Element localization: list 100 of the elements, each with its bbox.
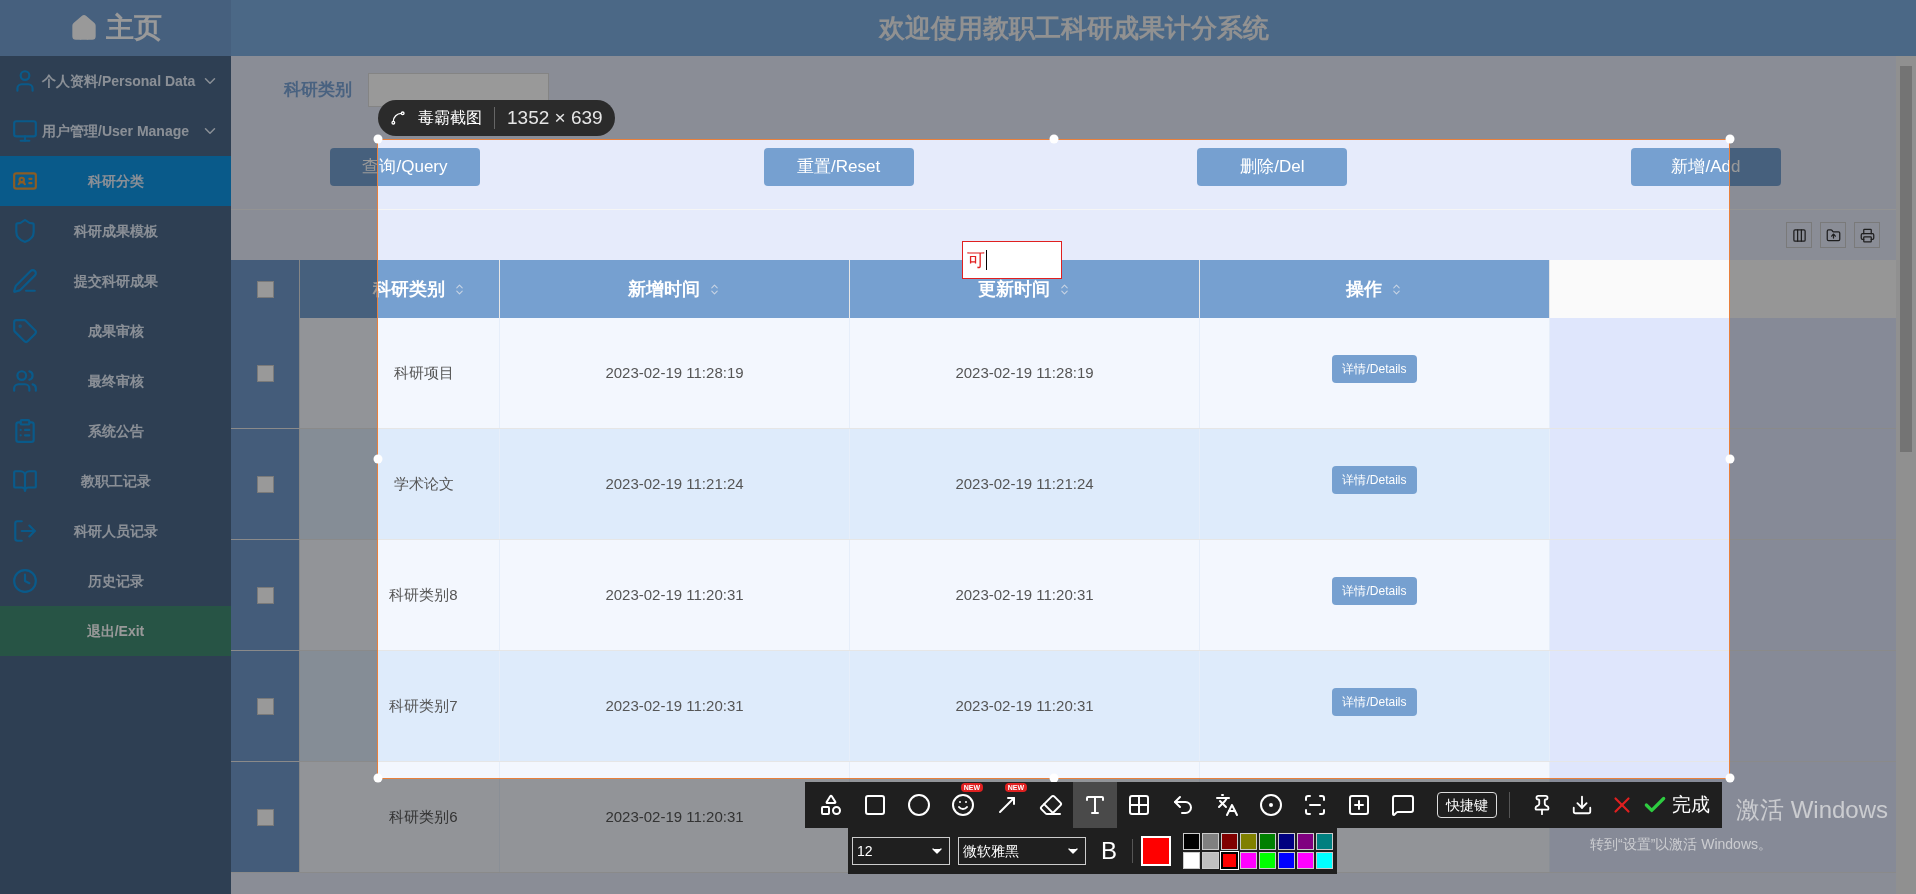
text-icon xyxy=(1083,793,1107,817)
brand-name: 毒霸截图 xyxy=(418,108,482,128)
column-header[interactable]: 新增时间 xyxy=(500,260,850,318)
sidebar-item[interactable]: 成果审核 xyxy=(0,306,231,356)
menu-label: 提交科研成果 xyxy=(72,271,159,291)
menu-icon xyxy=(12,318,38,344)
table-cell: 科研类别8 xyxy=(300,540,500,650)
columns-button[interactable] xyxy=(1786,222,1812,248)
sidebar-item[interactable]: 提交科研成果 xyxy=(0,256,231,306)
home-title[interactable]: 主页 xyxy=(105,7,162,49)
rect-icon xyxy=(863,793,887,817)
menu-label: 用户管理/User Manage xyxy=(42,121,191,141)
long-icon xyxy=(1303,793,1327,817)
menu-label: 退出/Exit xyxy=(85,621,146,641)
checkbox[interactable] xyxy=(256,364,274,382)
column-title: 新增时间 xyxy=(628,277,700,301)
undo-icon xyxy=(1171,793,1195,817)
menu-icon xyxy=(12,268,38,294)
resize-handle[interactable] xyxy=(373,134,383,144)
color-swatch[interactable] xyxy=(1221,852,1238,869)
page-title: 欢迎使用教职工科研成果计分系统 xyxy=(878,11,1269,45)
columns-icon xyxy=(1791,227,1807,243)
resize-handle[interactable] xyxy=(373,773,383,783)
menu-icon xyxy=(12,418,38,444)
table-cell: 2023-02-19 11:28:19 xyxy=(850,318,1200,428)
export-button[interactable] xyxy=(1820,222,1846,248)
done-button[interactable]: 完成 xyxy=(1642,782,1718,828)
sidebar-item[interactable]: 个人资料/Personal Data xyxy=(0,56,231,106)
shortcut-button[interactable]: 快捷键 xyxy=(1437,792,1497,818)
table-cell: 2023-02-19 11:28:19 xyxy=(500,318,850,428)
sidebar-item[interactable]: 教职工记录 xyxy=(0,456,231,506)
details-button[interactable]: 详情/Details xyxy=(1332,688,1417,716)
table-cell: 科研类别7 xyxy=(300,651,500,761)
menu-label: 教职工记录 xyxy=(79,471,152,491)
column-title: 更新时间 xyxy=(978,277,1050,301)
details-button[interactable]: 详情/Details xyxy=(1332,355,1417,383)
menu-icon xyxy=(12,368,38,394)
table-cell: 2023-02-19 11:20:31 xyxy=(500,651,850,761)
table-cell: 2023-02-19 11:20:31 xyxy=(500,762,850,872)
font-size-select[interactable]: 12 xyxy=(852,837,950,865)
circle-icon xyxy=(907,793,931,817)
emoji-icon xyxy=(951,793,975,817)
text-tool[interactable] xyxy=(1073,782,1117,828)
resize-handle[interactable] xyxy=(1049,773,1059,783)
mosaic-icon xyxy=(1127,793,1151,817)
print-icon xyxy=(1859,227,1875,243)
sidebar-item[interactable]: 用户管理/User Manage xyxy=(0,106,231,156)
shapes-icon xyxy=(819,793,843,817)
text-annotation-box[interactable]: 可 xyxy=(962,241,1062,279)
menu-label: 历史记录 xyxy=(86,571,145,591)
resize-handle[interactable] xyxy=(1725,454,1735,464)
folder-icon xyxy=(1825,227,1841,243)
sidebar-item[interactable]: 最终审核 xyxy=(0,356,231,406)
sidebar-item[interactable]: 科研成果模板 xyxy=(0,206,231,256)
menu-label: 成果审核 xyxy=(86,321,145,341)
resize-handle[interactable] xyxy=(1725,134,1735,144)
checkbox[interactable] xyxy=(256,697,274,715)
print-button[interactable] xyxy=(1854,222,1880,248)
menu-icon xyxy=(12,468,38,494)
font-select[interactable]: 微软雅黑 xyxy=(958,837,1086,865)
column-header[interactable]: 操作 xyxy=(1200,260,1550,318)
menu-label: 系统公告 xyxy=(86,421,145,441)
resize-handle[interactable] xyxy=(1049,134,1059,144)
action-button[interactable]: 重置/Reset xyxy=(763,147,914,186)
sidebar-item[interactable]: 科研人员记录 xyxy=(0,506,231,556)
sidebar-item[interactable]: 历史记录 xyxy=(0,556,231,606)
details-button[interactable]: 详情/Details xyxy=(1332,466,1417,494)
search-label: 科研类别 xyxy=(284,79,352,102)
table-cell: 科研项目 xyxy=(300,318,500,428)
menu-label: 科研分类 xyxy=(86,171,145,191)
checkbox[interactable] xyxy=(256,280,274,298)
details-button[interactable]: 详情/Details xyxy=(1332,577,1417,605)
table-cell: 学术论文 xyxy=(300,429,500,539)
menu-icon xyxy=(12,518,38,544)
comment-icon xyxy=(1391,793,1415,817)
translate-icon xyxy=(1215,793,1239,817)
addframe-icon xyxy=(1347,793,1371,817)
checkbox[interactable] xyxy=(256,475,274,493)
checkbox[interactable] xyxy=(256,586,274,604)
sidebar-item[interactable]: 科研分类 xyxy=(0,156,231,206)
menu-icon xyxy=(12,118,38,144)
current-color[interactable] xyxy=(1141,836,1171,866)
menu-icon xyxy=(12,568,38,594)
resize-handle[interactable] xyxy=(1725,773,1735,783)
scrollbar[interactable] xyxy=(1896,56,1916,894)
table-cell: 2023-02-19 11:20:31 xyxy=(500,540,850,650)
resize-handle[interactable] xyxy=(373,454,383,464)
menu-label: 科研成果模板 xyxy=(72,221,159,241)
bold-button[interactable]: B xyxy=(1094,833,1124,869)
checkbox[interactable] xyxy=(256,808,274,826)
menu-label: 最终审核 xyxy=(86,371,145,391)
menu-icon xyxy=(12,218,38,244)
sidebar-item[interactable]: 系统公告 xyxy=(0,406,231,456)
menu-label: 个人资料/Personal Data xyxy=(42,71,197,91)
table-cell: 2023-02-19 11:21:24 xyxy=(500,429,850,539)
logo-icon xyxy=(390,110,406,126)
sidebar-item[interactable]: 退出/Exit xyxy=(0,606,231,656)
activation-notice: 激活 Windows xyxy=(1736,795,1889,825)
table-cell: 科研类别6 xyxy=(300,762,500,872)
action-button[interactable]: 删除/Del xyxy=(1197,147,1348,186)
